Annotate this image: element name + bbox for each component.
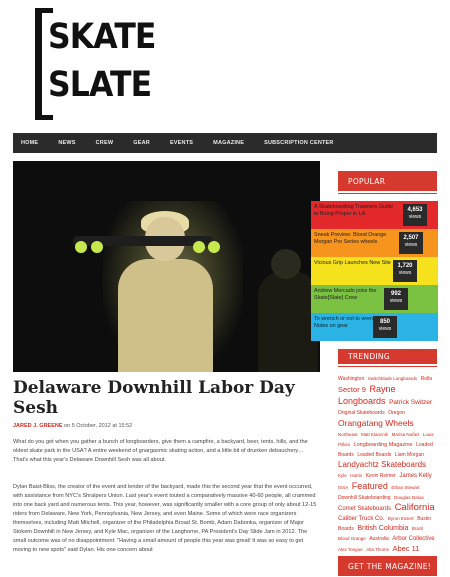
trending-divider — [338, 366, 437, 367]
tag-link[interactable]: California — [395, 502, 435, 513]
hero-bystander — [258, 271, 318, 372]
tag-link[interactable]: Douglas Dalua — [394, 495, 424, 500]
nav-events[interactable]: EVENTS — [170, 140, 193, 146]
hero-bystander-head — [271, 249, 301, 279]
views-count: 850 — [379, 319, 390, 325]
hero-skater-body — [118, 259, 213, 372]
tag-link[interactable]: Brazil — [412, 526, 423, 531]
tag-link[interactable]: Ethan Stewart — [391, 485, 419, 490]
article-paragraph: What do you get when you gather a bunch … — [13, 439, 308, 463]
popular-item[interactable]: Andrew Mercado joins the Skate[Slate] Cr… — [311, 285, 438, 313]
main-nav: HOME NEWS CREW GEAR EVENTS MAGAZINE SUBS… — [13, 133, 437, 153]
popular-item-views-badge: 850 views — [373, 316, 397, 338]
logo-word-slate: SLATE — [48, 65, 152, 105]
views-count: 1,720 — [397, 263, 413, 269]
popular-item-views-badge: 992 views — [384, 288, 408, 310]
tag-link[interactable]: Landyachtz Skateboards — [338, 460, 426, 469]
popular-item-title[interactable]: Sneak Preview: Blood Orange Morgan Pro S… — [314, 232, 394, 246]
tag-link[interactable]: Caliber Truck Co. — [338, 516, 384, 522]
tag-link[interactable]: Original Skateboards — [338, 410, 385, 416]
tag-link[interactable]: Harris — [350, 473, 362, 478]
tag-link[interactable]: James Kelly — [399, 473, 431, 479]
hero-wheel — [193, 241, 205, 253]
article-author-link[interactable]: JARED J. GREENE — [13, 423, 63, 429]
popular-item-title[interactable]: Andrew Mercado joins the Skate[Slate] Cr… — [314, 288, 394, 302]
logo-bracket-bottom — [35, 115, 53, 120]
tag-link[interactable]: Matt Klancnik — [361, 432, 388, 437]
nav-home[interactable]: HOME — [21, 140, 38, 146]
popular-heading: POPULAR — [338, 171, 437, 191]
magazine-heading[interactable]: GET THE MAGAZINE! — [338, 556, 437, 576]
views-count: 4,653 — [407, 207, 423, 213]
tag-link[interactable]: Kyle — [338, 473, 347, 478]
logo-bracket-top — [35, 8, 53, 13]
tag-cloud: Washington Switchblade Longboards Rolla … — [338, 374, 438, 566]
tag-link[interactable]: Sector 9 — [338, 385, 366, 394]
article-paragraph: Dylan Baist-Bliss, the creator of the ev… — [13, 484, 317, 553]
tag-link[interactable]: Rolla — [421, 376, 432, 382]
nav-subscription-center[interactable]: SUBSCRIPTION CENTER — [264, 140, 334, 146]
popular-item-views-badge: 2,507 views — [399, 232, 423, 254]
tag-link[interactable]: Featured — [352, 481, 388, 491]
tag-link[interactable]: Washington — [338, 376, 364, 382]
views-count: 992 — [390, 291, 401, 297]
nav-gear[interactable]: GEAR — [133, 140, 150, 146]
tag-link[interactable]: Loaded Boards — [357, 452, 391, 458]
popular-item-title[interactable]: Vicious Grip Launches New Site — [314, 260, 394, 267]
views-label: views — [378, 326, 392, 332]
article-byline: JARED J. GREENE on 5 October, 2012 at 15… — [13, 423, 132, 429]
tag-link[interactable]: Comet Skateboards — [338, 506, 391, 512]
tag-link[interactable]: Alta Thoms — [366, 547, 389, 552]
hero-wheel — [75, 241, 87, 253]
tag-link[interactable]: Alex Tongue — [338, 547, 363, 552]
hero-wheel — [208, 241, 220, 253]
popular-item[interactable]: A Skateboarding Travelers Guide to Being… — [311, 201, 438, 229]
popular-list: A Skateboarding Travelers Guide to Being… — [311, 201, 438, 343]
popular-item[interactable]: Vicious Grip Launches New Site 1,720 views — [311, 257, 438, 285]
tag-link[interactable]: Oregon — [388, 410, 405, 416]
tag-link[interactable]: Arbor Collective — [392, 536, 434, 542]
tag-link[interactable]: Liam Morgan — [395, 452, 424, 458]
logo-word-skate: SKATE — [48, 17, 156, 57]
trending-heading: TRENDING — [338, 349, 437, 364]
tag-link[interactable]: Byron Essert — [388, 516, 414, 521]
views-label: views — [404, 242, 418, 248]
article-hero-image[interactable] — [13, 161, 320, 372]
nav-crew[interactable]: CREW — [96, 140, 114, 146]
nav-news[interactable]: NEWS — [58, 140, 75, 146]
tag-link[interactable]: Kevin Reimer — [366, 473, 396, 479]
tag-link[interactable]: Longboarding Magazine — [354, 442, 413, 448]
tag-link[interactable]: Northeast — [338, 432, 358, 437]
popular-item-title[interactable]: A Skateboarding Travelers Guide to Being… — [314, 204, 394, 218]
logo-bracket — [35, 8, 42, 120]
tag-link[interactable]: ISSA — [338, 485, 348, 490]
tag-link[interactable]: Orangatang Wheels — [338, 418, 414, 428]
views-label: views — [398, 270, 412, 276]
popular-item-views-badge: 4,653 views — [403, 204, 427, 226]
tag-link[interactable]: Marisa Nuñez — [392, 432, 420, 437]
hero-wheel — [91, 241, 103, 253]
views-label: views — [408, 214, 422, 220]
tag-link[interactable]: British Columbia — [357, 525, 408, 532]
nav-magazine[interactable]: MAGAZINE — [213, 140, 244, 146]
tag-link[interactable]: Blood Orange — [338, 536, 366, 541]
article-date: on 5 October, 2012 at 15:52 — [62, 423, 133, 429]
popular-divider — [338, 193, 437, 194]
article-title[interactable]: Delaware Downhill Labor Day Sesh — [13, 378, 320, 418]
tag-link[interactable]: Downhill Skateboarding — [338, 495, 391, 501]
views-label: views — [389, 298, 403, 304]
popular-item[interactable]: Sneak Preview: Blood Orange Morgan Pro S… — [311, 229, 438, 257]
tag-link[interactable]: Switchblade Longboards — [368, 376, 417, 381]
popular-item[interactable]: To wrench or not to wrench: Notes on gea… — [311, 313, 438, 341]
popular-item-views-badge: 1,720 views — [393, 260, 417, 282]
tag-link[interactable]: Australia — [369, 536, 388, 542]
site-logo[interactable]: SKATE SLATE — [35, 8, 156, 120]
views-count: 2,507 — [403, 235, 419, 241]
tag-link[interactable]: Patrick Switzer — [389, 399, 432, 406]
